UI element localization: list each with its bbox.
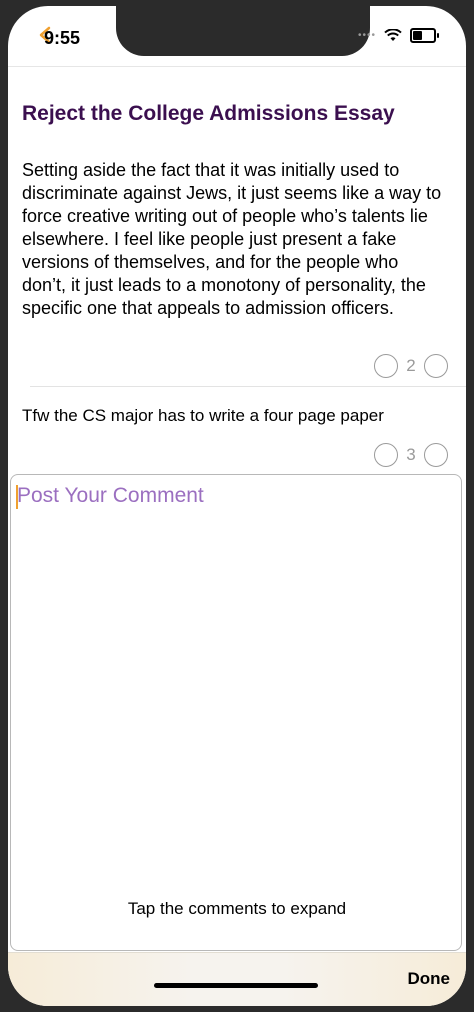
comment-divider	[30, 386, 466, 387]
done-button[interactable]: Done	[408, 969, 451, 989]
post-vote-count: 2	[406, 356, 416, 375]
comment-textarea[interactable]	[10, 474, 462, 951]
post-body[interactable]: Setting aside the fact that it was initi…	[22, 159, 447, 320]
cellular-signal-icon: ••••	[357, 30, 376, 41]
keyboard-toolbar: Done	[8, 952, 466, 1006]
wifi-icon	[384, 29, 402, 41]
comment-upvote-button[interactable]	[424, 443, 448, 467]
home-indicator[interactable]	[154, 983, 318, 988]
status-time: 9:55	[44, 28, 81, 48]
comment-downvote-button[interactable]	[374, 443, 398, 467]
expand-hint: Tap the comments to expand	[127, 899, 347, 918]
battery-icon	[410, 28, 439, 43]
notch	[116, 6, 370, 56]
device-frame: 9:55 •••• Reject the College Admissions …	[0, 0, 474, 1012]
comment-vote-row: 3	[374, 443, 448, 467]
downvote-button[interactable]	[374, 354, 398, 378]
post-title: Reject the College Admissions Essay	[22, 102, 395, 125]
nav-divider	[8, 66, 466, 67]
upvote-button[interactable]	[424, 354, 448, 378]
comment-vote-count: 3	[406, 445, 416, 464]
status-icons: ••••	[357, 28, 439, 43]
battery-level	[413, 31, 422, 40]
app-screen: 9:55 •••• Reject the College Admissions …	[8, 6, 466, 1006]
comment-item[interactable]: Tfw the CS major has to write a four pag…	[22, 406, 452, 426]
post-vote-row: 2	[374, 354, 448, 378]
comment-input[interactable]	[17, 481, 455, 511]
